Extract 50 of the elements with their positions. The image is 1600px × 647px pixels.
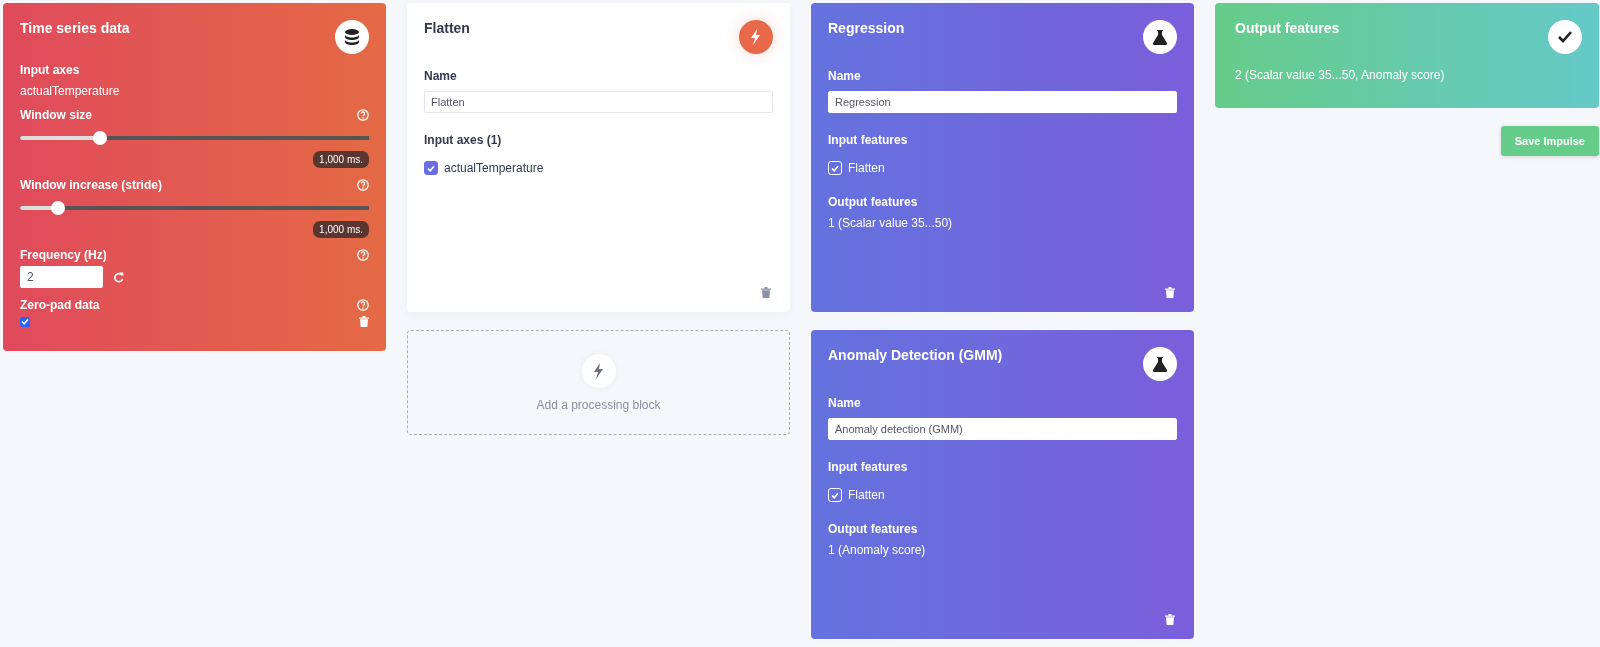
flask-icon bbox=[1151, 355, 1169, 373]
field-label: Name bbox=[828, 396, 862, 410]
checkbox-label: actualTemperature bbox=[444, 161, 544, 175]
card-title: Output features bbox=[1235, 19, 1340, 36]
checkbox[interactable] bbox=[20, 316, 30, 327]
field-label: Input axes bbox=[20, 63, 81, 77]
help-icon[interactable] bbox=[357, 299, 369, 311]
flask-icon bbox=[1151, 28, 1169, 46]
help-icon[interactable] bbox=[357, 249, 369, 261]
check-icon bbox=[831, 164, 839, 172]
trash-icon[interactable] bbox=[359, 316, 369, 327]
check-icon bbox=[21, 318, 29, 325]
field-label: Name bbox=[828, 69, 862, 83]
checkbox[interactable] bbox=[424, 161, 438, 175]
field-label: Input features bbox=[828, 460, 909, 474]
refresh-icon[interactable] bbox=[113, 271, 124, 283]
value-badge: 1,000 ms. bbox=[313, 221, 369, 238]
field-label: Output features bbox=[828, 195, 919, 209]
card-title: Flatten bbox=[424, 19, 470, 36]
add-block-label: Add a processing block bbox=[536, 398, 661, 412]
trash-icon[interactable] bbox=[1165, 287, 1175, 298]
card-title: Time series data bbox=[20, 19, 130, 36]
trash-icon[interactable] bbox=[761, 287, 771, 298]
check-icon bbox=[831, 491, 839, 499]
help-icon[interactable] bbox=[357, 179, 369, 191]
field-value: 1 (Scalar value 35...50) bbox=[828, 216, 954, 230]
field-label: Name bbox=[424, 69, 458, 83]
field-label: Output features bbox=[828, 522, 919, 536]
check-icon bbox=[427, 164, 435, 172]
field-label: Input features bbox=[828, 133, 909, 147]
database-icon bbox=[343, 28, 361, 46]
help-icon[interactable] bbox=[357, 109, 369, 121]
frequency-field[interactable]: 2 bbox=[20, 266, 103, 288]
field-value: 1 (Anomaly score) bbox=[828, 543, 927, 557]
card-title: Anomaly Detection (GMM) bbox=[828, 346, 1003, 363]
field-label: Input axes (1) bbox=[424, 133, 503, 147]
field-label: Zero-pad data bbox=[20, 298, 100, 312]
trash-icon[interactable] bbox=[1165, 614, 1175, 625]
name-field[interactable]: Regression bbox=[828, 91, 1177, 113]
checkbox-label: Flatten bbox=[848, 161, 885, 175]
name-field[interactable]: Anomaly detection (GMM) bbox=[828, 418, 1177, 440]
field-label: Window increase (stride) bbox=[20, 178, 162, 192]
field-value: actualTemperature bbox=[20, 84, 121, 98]
field-label: Frequency (Hz) bbox=[20, 248, 107, 262]
field-label: Window size bbox=[20, 108, 92, 122]
checkbox-label: Flatten bbox=[848, 488, 885, 502]
name-field[interactable]: Flatten bbox=[424, 91, 773, 113]
card-title: Regression bbox=[828, 19, 905, 36]
value-badge: 1,000 ms. bbox=[313, 151, 369, 168]
field-value: 2 (Scalar value 35...50, Anomaly score) bbox=[1235, 68, 1446, 82]
